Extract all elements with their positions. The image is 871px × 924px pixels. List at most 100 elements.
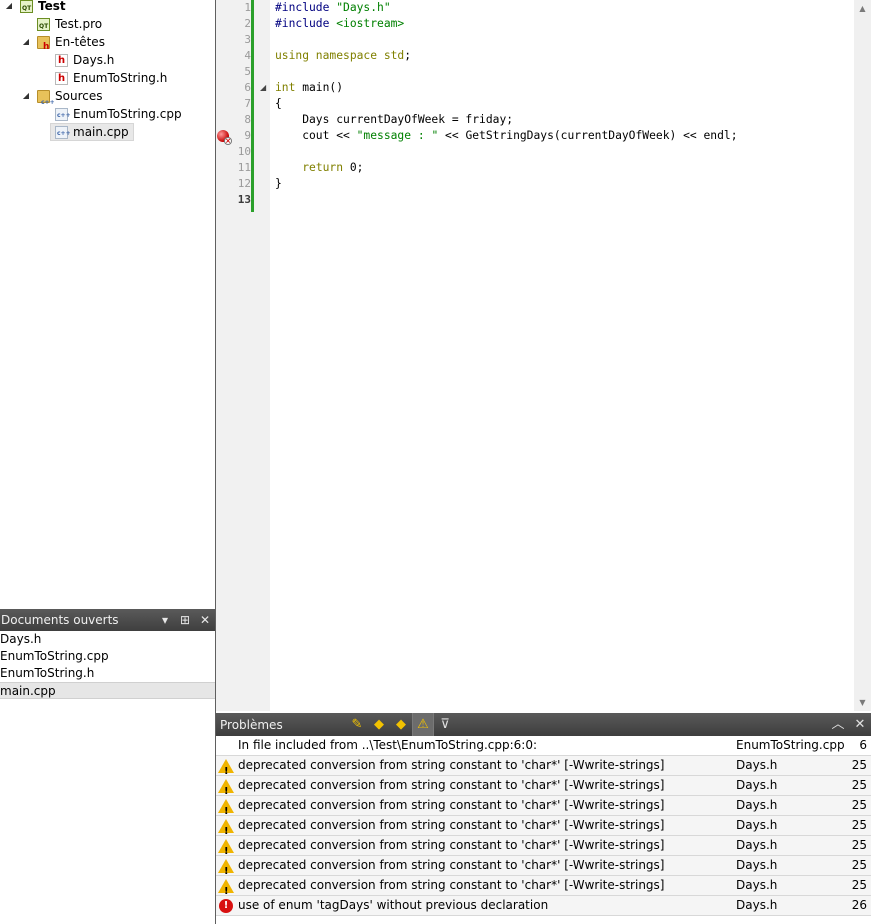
warning-icon xyxy=(218,838,234,861)
tree-item[interactable]: main.cpp xyxy=(50,123,134,143)
open-documents-title: Documents ouverts xyxy=(1,613,119,627)
line-number: 4 xyxy=(244,49,251,62)
code-token: "message : " xyxy=(356,129,439,142)
code-token: << GetStringDays(currentDayOfWeek) << en… xyxy=(438,129,738,142)
problem-line-number: 25 xyxy=(851,798,867,812)
problems-list: In file included from ..\Test\EnumToStri… xyxy=(216,736,871,924)
line-number: 11 xyxy=(237,161,251,174)
problem-line-number: 25 xyxy=(851,838,867,852)
code-line[interactable]: { xyxy=(275,96,282,112)
code-line[interactable]: using namespace std; xyxy=(275,48,411,64)
split-icon[interactable]: ⊞ xyxy=(175,613,195,627)
warning-icon xyxy=(218,778,234,801)
code-token: main() xyxy=(295,81,344,94)
tree-item[interactable]: EnumToString.h xyxy=(55,69,167,88)
problem-row[interactable]: In file included from ..\Test\EnumToStri… xyxy=(216,736,871,756)
close-icon[interactable]: ✕ xyxy=(195,613,215,627)
line-number-gutter[interactable]: 1 2 3 4 5 6 7 8 9 10 11 12 13 ◢ × xyxy=(216,0,270,711)
problems-header: Problèmes ✎ ◆ ◆ ⚠ ⊽ ︿ ✕ xyxy=(216,713,871,736)
sources-folder-icon xyxy=(37,89,55,112)
tree-item[interactable]: EnumToString.cpp xyxy=(55,105,182,125)
problem-row[interactable]: deprecated conversion from string consta… xyxy=(216,856,871,881)
code-token: using namespace std xyxy=(275,49,405,62)
filter-icon[interactable]: ⊽ xyxy=(434,713,456,736)
code-token: } xyxy=(275,177,282,190)
close-panel-icon[interactable]: ✕ xyxy=(849,713,871,736)
open-documents-header: Documents ouverts ▾ ⊞ ✕ xyxy=(0,609,215,631)
scroll-up-icon[interactable]: ▲ xyxy=(854,0,871,17)
line-number: 3 xyxy=(244,33,251,46)
tree-item-label: EnumToString.cpp xyxy=(73,107,182,121)
code-line[interactable]: return 0; xyxy=(275,160,363,176)
code-line[interactable]: int main() xyxy=(275,80,343,96)
tree-item[interactable]: Days.h xyxy=(55,51,114,70)
problem-row[interactable]: deprecated conversion from string consta… xyxy=(216,776,871,801)
clean-icon[interactable]: ✎ xyxy=(346,713,368,736)
code-token: <iostream> xyxy=(336,17,405,30)
problem-file: Days.h xyxy=(736,818,778,832)
problem-row[interactable]: deprecated conversion from string consta… xyxy=(216,876,871,901)
problem-message: deprecated conversion from string consta… xyxy=(238,858,665,872)
maximize-chevron-icon[interactable]: ︿ xyxy=(827,713,849,736)
warning-icon xyxy=(218,798,234,821)
tree-item-label: Test.pro xyxy=(55,17,103,31)
next-arrow-icon[interactable]: ◆ xyxy=(390,713,412,736)
open-document-item[interactable]: Days.h xyxy=(0,631,215,648)
open-document-item[interactable]: main.cpp xyxy=(0,682,215,699)
code-token: #include xyxy=(275,17,337,30)
tree-item[interactable]: En-têtes xyxy=(37,33,105,56)
code-line[interactable]: cout << "message : " << GetStringDays(cu… xyxy=(275,128,738,144)
code-token: "Days.h" xyxy=(336,1,391,14)
modified-lines-bar xyxy=(251,0,254,212)
warning-icon xyxy=(218,758,234,781)
problem-line-number: 25 xyxy=(851,758,867,772)
header-file-icon xyxy=(55,70,68,88)
breakpoint-icon[interactable]: × xyxy=(216,128,232,145)
problem-message: deprecated conversion from string consta… xyxy=(238,778,665,792)
tree-item[interactable]: Test.pro xyxy=(37,15,103,36)
tree-item-label: Sources xyxy=(55,89,103,103)
editor-scrollbar[interactable]: ▲ ▼ xyxy=(854,0,871,711)
open-documents-list: Days.h EnumToString.cpp EnumToString.h main… xyxy=(0,631,215,924)
header-file-icon xyxy=(55,52,68,70)
tree-expand-arrow-icon[interactable]: ◢ xyxy=(21,33,31,51)
project-tree: ◢ Test Test.pro ◢ En-têtes Days.h EnumToString… xyxy=(0,0,215,607)
code-line[interactable]: #include <iostream> xyxy=(275,16,404,32)
problem-row[interactable]: ! use of enum 'tagDays' without previous … xyxy=(216,896,871,916)
problem-row[interactable]: deprecated conversion from string consta… xyxy=(216,836,871,861)
open-document-item[interactable]: EnumToString.h xyxy=(0,665,215,682)
tree-expand-arrow-icon[interactable]: ◢ xyxy=(4,0,14,15)
problem-row[interactable]: deprecated conversion from string consta… xyxy=(216,816,871,841)
error-icon: ! xyxy=(218,898,234,914)
cpp-file-icon xyxy=(55,125,71,143)
tree-item[interactable]: Test xyxy=(20,0,66,18)
tree-expand-arrow-icon[interactable]: ◢ xyxy=(21,87,31,105)
line-number: 12 xyxy=(237,177,251,190)
scroll-down-icon[interactable]: ▼ xyxy=(854,694,871,711)
problem-file: Days.h xyxy=(736,898,778,912)
line-number: 8 xyxy=(244,113,251,126)
code-line[interactable]: Days currentDayOfWeek = friday; xyxy=(275,112,513,128)
open-document-item[interactable]: EnumToString.cpp xyxy=(0,648,215,665)
previous-arrow-icon[interactable]: ◆ xyxy=(368,713,390,736)
line-number: 2 xyxy=(244,17,251,30)
problem-message: deprecated conversion from string consta… xyxy=(238,758,665,772)
code-line[interactable]: #include "Days.h" xyxy=(275,0,391,16)
tree-item-label: Test xyxy=(38,0,66,13)
tree-item[interactable]: Sources xyxy=(37,87,103,112)
code-editor[interactable]: 1 2 3 4 5 6 7 8 9 10 11 12 13 ◢ × #include "Days.h" #… xyxy=(216,0,871,711)
code-token: 0; xyxy=(343,161,364,174)
tree-item-label: En-têtes xyxy=(55,35,105,49)
fold-marker-icon[interactable]: ◢ xyxy=(260,80,268,96)
problems-title: Problèmes xyxy=(220,717,283,732)
problem-line-number: 25 xyxy=(851,858,867,872)
dropdown-arrow-icon[interactable]: ▾ xyxy=(155,613,175,627)
problem-row[interactable]: deprecated conversion from string consta… xyxy=(216,796,871,821)
problem-message: deprecated conversion from string consta… xyxy=(238,878,665,892)
problem-row[interactable]: deprecated conversion from string consta… xyxy=(216,756,871,781)
code-line[interactable]: } xyxy=(275,176,282,192)
warning-filter-icon[interactable]: ⚠ xyxy=(412,713,434,736)
pro-file-icon xyxy=(37,17,50,36)
problem-file: Days.h xyxy=(736,778,778,792)
problem-message: deprecated conversion from string consta… xyxy=(238,798,665,812)
